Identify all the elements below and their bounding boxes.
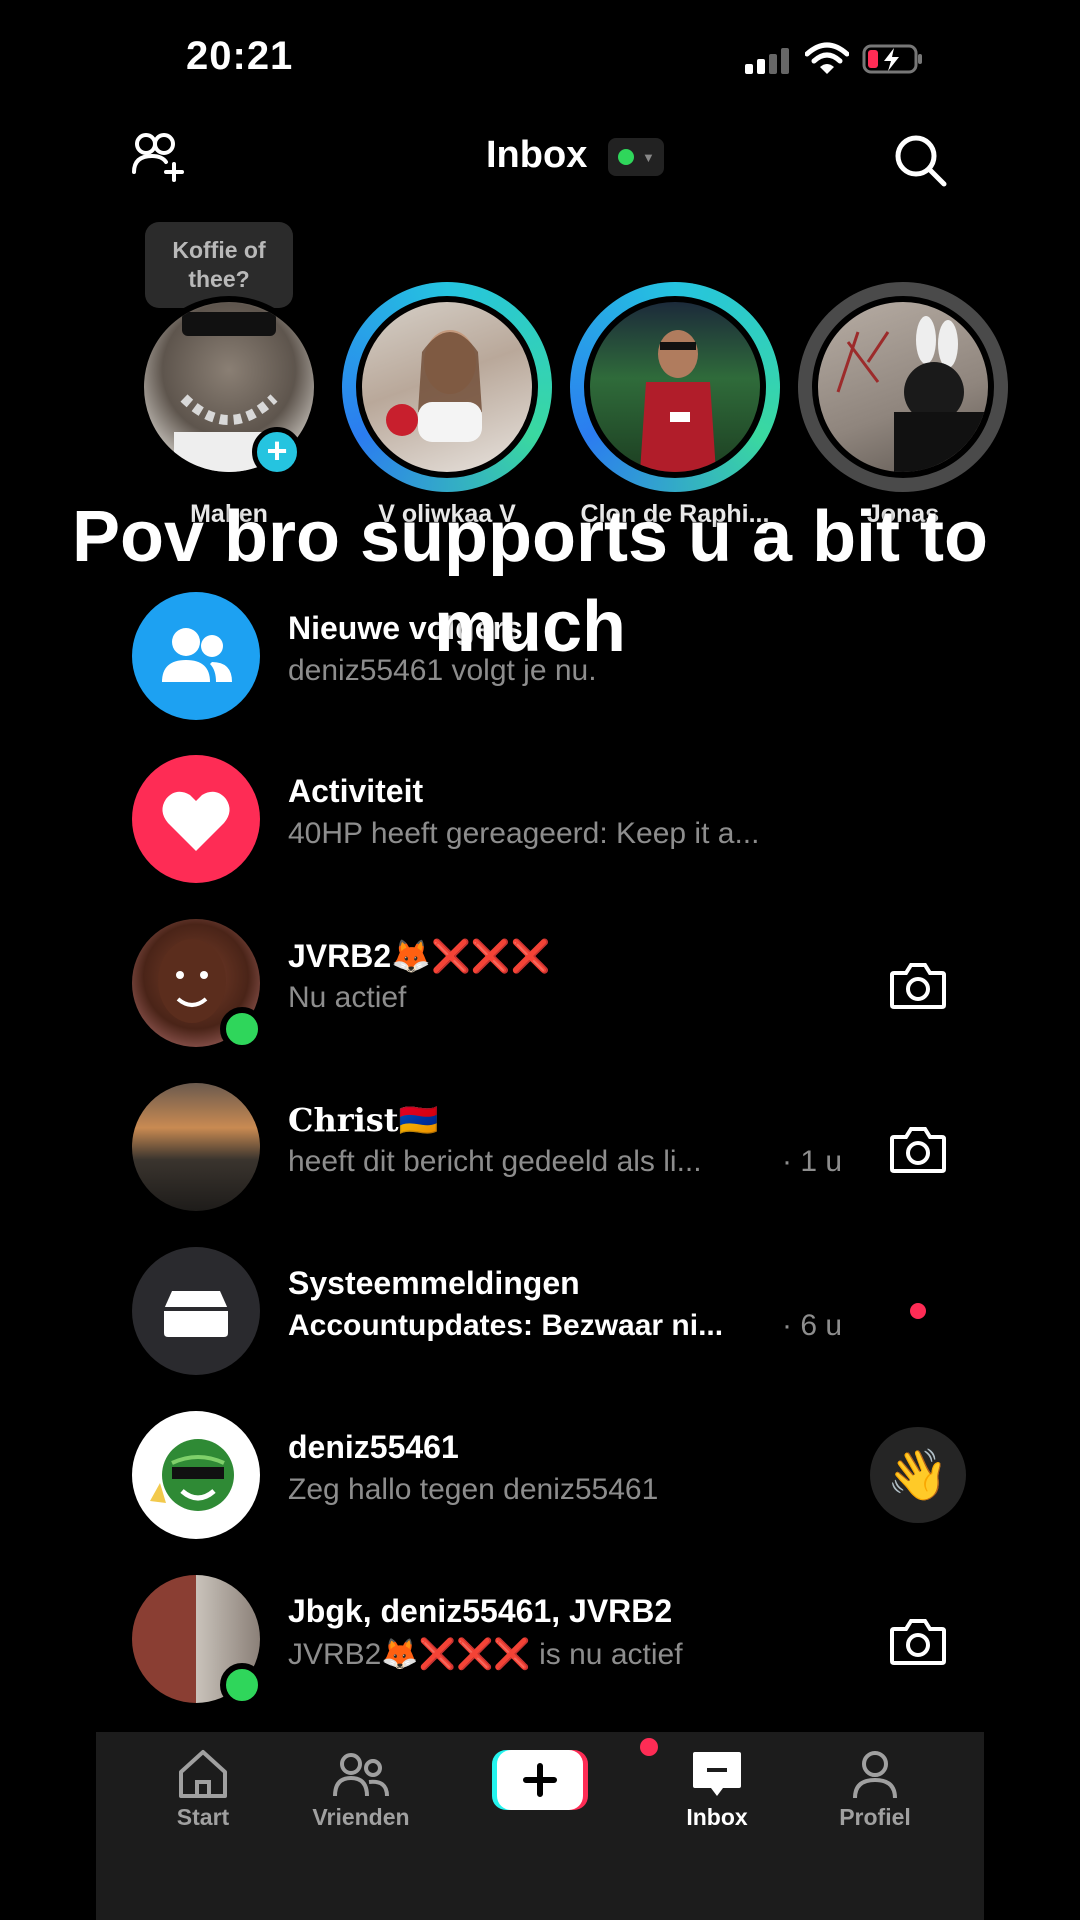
signal-icon — [745, 48, 791, 74]
row-subtitle: Nu actief — [288, 981, 407, 1014]
row-subtitle: 40HP heeft gereageerd: Keep it a... — [288, 817, 760, 850]
row-title: JVRB2🦊❌❌❌ — [288, 938, 551, 974]
add-story-button[interactable]: + — [252, 427, 302, 477]
home-icon — [179, 1750, 227, 1798]
nav-inbox[interactable]: Inbox — [642, 1744, 792, 1831]
inbox-icon — [693, 1752, 741, 1796]
story-avatar — [356, 296, 538, 478]
inbox-notification-badge — [640, 1738, 658, 1756]
nav-profile[interactable]: Profiel — [800, 1744, 950, 1831]
page-title: Inbox — [486, 134, 588, 176]
online-indicator — [220, 1007, 264, 1051]
friends-icon — [333, 1753, 389, 1797]
nav-friends[interactable]: Vrienden — [286, 1744, 436, 1831]
online-status-dot — [618, 149, 634, 165]
avatar — [132, 1411, 260, 1539]
list-item-activity[interactable]: Activiteit 40HP heeft gereageerd: Keep i… — [0, 755, 1080, 885]
row-title: Christ🇦🇲 — [288, 1101, 439, 1139]
row-title: deniz55461 — [288, 1429, 459, 1465]
chevron-down-icon: ▼ — [642, 150, 655, 165]
row-subtitle: JVRB2🦊❌❌❌ is nu actief — [288, 1638, 683, 1671]
search-icon[interactable] — [892, 132, 948, 188]
nav-label: Inbox — [686, 1804, 748, 1830]
wave-button[interactable]: 👋 — [870, 1427, 966, 1523]
wifi-icon — [805, 42, 849, 74]
inbox-tray-icon — [132, 1247, 260, 1375]
online-indicator — [220, 1663, 264, 1707]
status-bar: 20:21 — [0, 0, 1080, 120]
list-item-chat[interactable]: JVRB2🦊❌❌❌ Nu actief — [0, 919, 1080, 1051]
nav-start[interactable]: Start — [128, 1744, 278, 1831]
video-caption-overlay: Pov bro supports u a bit to much — [72, 497, 988, 667]
wave-icon: 👋 — [886, 1447, 950, 1503]
story-avatar — [584, 296, 766, 478]
battery-icon — [862, 44, 922, 74]
online-status-toggle[interactable]: ▼ — [608, 138, 664, 176]
story-avatar — [812, 296, 994, 478]
camera-icon[interactable] — [888, 959, 948, 1011]
row-timestamp: · 6 u — [782, 1309, 843, 1342]
row-timestamp: · 1 u — [782, 1145, 843, 1178]
row-title: Systeemmeldingen — [288, 1265, 580, 1301]
list-item-chat[interactable]: Christ🇦🇲 heeft dit bericht gedeeld als l… — [0, 1083, 1080, 1213]
camera-icon[interactable] — [888, 1123, 948, 1175]
unread-indicator — [910, 1303, 926, 1319]
row-subtitle: Accountupdates: Bezwaar ni... — [288, 1309, 724, 1342]
list-item-group-chat[interactable]: Jbgk, deniz55461, JVRB2 JVRB2🦊❌❌❌ is nu … — [0, 1575, 1080, 1707]
row-subtitle: heeft dit bericht gedeeld als li... — [288, 1145, 702, 1178]
nav-label: Start — [176, 1804, 230, 1830]
add-friend-icon[interactable] — [132, 132, 188, 182]
camera-icon[interactable] — [888, 1615, 948, 1667]
row-title: Activiteit — [288, 773, 424, 809]
avatar — [132, 1083, 260, 1211]
nav-label: Vrienden — [312, 1804, 410, 1830]
nav-label: Profiel — [839, 1804, 911, 1830]
row-title: Jbgk, deniz55461, JVRB2 — [288, 1593, 673, 1629]
row-subtitle: Zeg hallo tegen deniz55461 — [288, 1473, 659, 1506]
create-button[interactable] — [492, 1750, 588, 1810]
list-item-system-notifications[interactable]: Systeemmeldingen Accountupdates: Bezwaar… — [0, 1247, 1080, 1377]
heart-icon — [132, 755, 260, 883]
profile-icon — [853, 1751, 897, 1799]
bottom-nav: Start Vrienden Inbox Profiel — [96, 1732, 984, 1920]
status-time: 20:21 — [186, 34, 294, 78]
list-item-chat[interactable]: deniz55461 Zeg hallo tegen deniz55461 👋 — [0, 1411, 1080, 1541]
